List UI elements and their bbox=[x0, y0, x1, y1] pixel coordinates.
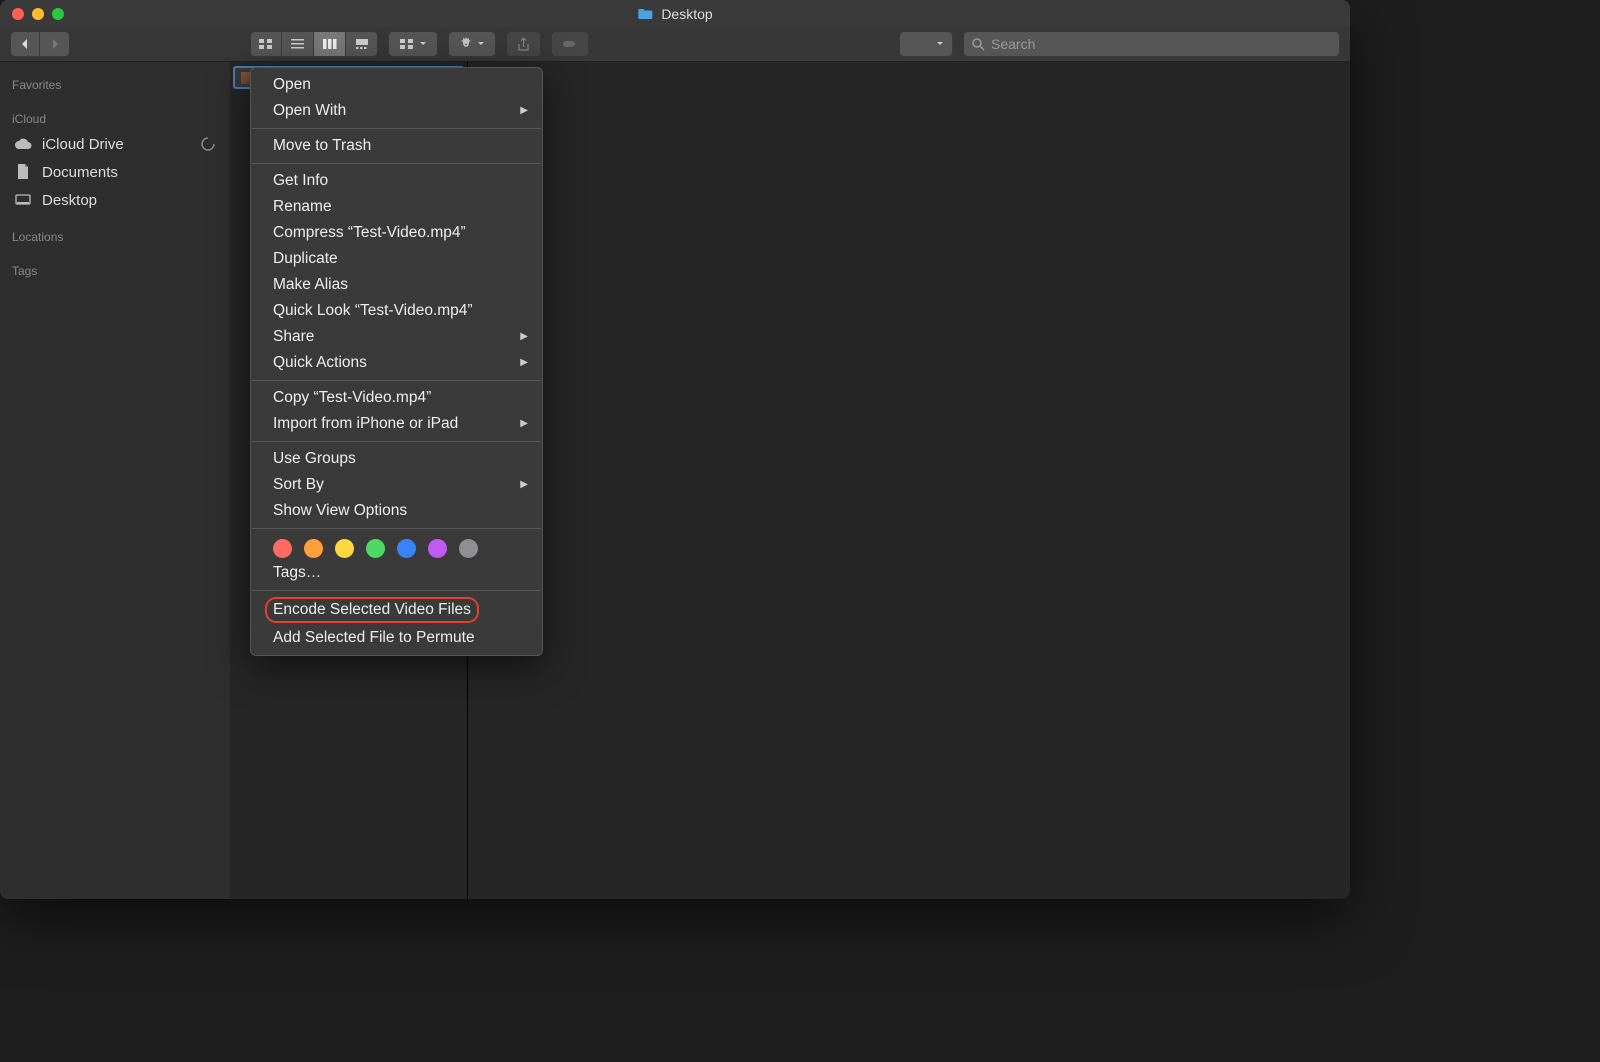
submenu-arrow-icon: ▶ bbox=[520, 413, 528, 435]
detail-column bbox=[468, 62, 1350, 899]
sidebar-item-label: Desktop bbox=[42, 192, 97, 209]
traffic-lights bbox=[0, 8, 64, 20]
tag-yellow[interactable] bbox=[335, 539, 354, 558]
tag-orange[interactable] bbox=[304, 539, 323, 558]
menu-make-alias[interactable]: Make Alias bbox=[251, 272, 542, 298]
submenu-arrow-icon: ▶ bbox=[520, 474, 528, 496]
menu-share[interactable]: Share▶ bbox=[251, 324, 542, 350]
sidebar-item-label: Documents bbox=[42, 164, 118, 181]
menu-quick-actions[interactable]: Quick Actions▶ bbox=[251, 350, 542, 376]
close-button[interactable] bbox=[12, 8, 24, 20]
menu-separator bbox=[252, 590, 541, 591]
window-title: Desktop bbox=[661, 6, 712, 22]
icon-view-button[interactable] bbox=[250, 31, 282, 57]
sidebar-item-icloud-drive[interactable]: iCloud Drive bbox=[0, 130, 230, 158]
search-icon bbox=[972, 38, 985, 51]
menu-rename[interactable]: Rename bbox=[251, 194, 542, 220]
list-view-button[interactable] bbox=[282, 31, 314, 57]
sidebar-item-documents[interactable]: Documents bbox=[0, 158, 230, 186]
sidebar-heading-locations: Locations bbox=[0, 224, 230, 248]
share-icon bbox=[517, 37, 530, 52]
menu-show-view-options[interactable]: Show View Options bbox=[251, 498, 542, 524]
minimize-button[interactable] bbox=[32, 8, 44, 20]
back-button[interactable] bbox=[10, 31, 40, 57]
titlebar: Desktop bbox=[0, 0, 1350, 27]
menu-import-ios[interactable]: Import from iPhone or iPad▶ bbox=[251, 411, 542, 437]
menu-copy[interactable]: Copy “Test-Video.mp4” bbox=[251, 385, 542, 411]
menu-separator bbox=[252, 163, 541, 164]
context-menu: Open Open With▶ Move to Trash Get Info R… bbox=[250, 67, 543, 656]
sync-icon bbox=[200, 136, 216, 152]
menu-add-permute[interactable]: Add Selected File to Permute bbox=[251, 625, 542, 651]
menu-duplicate[interactable]: Duplicate bbox=[251, 246, 542, 272]
dropdown-button[interactable] bbox=[899, 31, 953, 57]
menu-separator bbox=[252, 441, 541, 442]
submenu-arrow-icon: ▶ bbox=[520, 100, 528, 122]
menu-use-groups[interactable]: Use Groups bbox=[251, 446, 542, 472]
search-field[interactable] bbox=[963, 31, 1340, 57]
view-mode-segment bbox=[250, 31, 378, 57]
tags-button[interactable] bbox=[551, 31, 589, 57]
tag-gray[interactable] bbox=[459, 539, 478, 558]
menu-separator bbox=[252, 380, 541, 381]
menu-move-to-trash[interactable]: Move to Trash bbox=[251, 133, 542, 159]
menu-quick-look[interactable]: Quick Look “Test-Video.mp4” bbox=[251, 298, 542, 324]
cloud-icon bbox=[14, 138, 32, 150]
menu-tag-colors bbox=[251, 533, 542, 560]
maximize-button[interactable] bbox=[52, 8, 64, 20]
menu-separator bbox=[252, 128, 541, 129]
menu-open[interactable]: Open bbox=[251, 72, 542, 98]
sidebar-heading-icloud: iCloud bbox=[0, 106, 230, 130]
folder-icon bbox=[637, 8, 653, 20]
menu-tags[interactable]: Tags… bbox=[251, 560, 542, 586]
window-title-area: Desktop bbox=[637, 6, 712, 22]
sidebar-item-label: iCloud Drive bbox=[42, 136, 124, 153]
submenu-arrow-icon: ▶ bbox=[520, 326, 528, 348]
forward-button[interactable] bbox=[40, 31, 70, 57]
desktop-icon bbox=[14, 194, 32, 207]
tag-red[interactable] bbox=[273, 539, 292, 558]
group-button[interactable] bbox=[388, 31, 438, 57]
finder-window: Desktop bbox=[0, 0, 1350, 899]
sidebar-heading-favorites: Favorites bbox=[0, 72, 230, 96]
nav-buttons bbox=[10, 31, 70, 57]
menu-sort-by[interactable]: Sort By▶ bbox=[251, 472, 542, 498]
tag-purple[interactable] bbox=[428, 539, 447, 558]
menu-encode-video[interactable]: Encode Selected Video Files bbox=[251, 595, 542, 625]
tag-icon bbox=[562, 38, 578, 50]
sidebar-item-desktop[interactable]: Desktop bbox=[0, 186, 230, 214]
sidebar-heading-tags: Tags bbox=[0, 258, 230, 282]
documents-icon bbox=[14, 164, 32, 180]
action-button[interactable] bbox=[448, 31, 496, 57]
menu-open-with[interactable]: Open With▶ bbox=[251, 98, 542, 124]
submenu-arrow-icon: ▶ bbox=[520, 352, 528, 374]
toolbar bbox=[0, 27, 1350, 62]
tag-green[interactable] bbox=[366, 539, 385, 558]
menu-separator bbox=[252, 528, 541, 529]
menu-compress[interactable]: Compress “Test-Video.mp4” bbox=[251, 220, 542, 246]
menu-get-info[interactable]: Get Info bbox=[251, 168, 542, 194]
gallery-view-button[interactable] bbox=[346, 31, 378, 57]
sidebar: Favorites iCloud iCloud Drive Documents bbox=[0, 62, 230, 899]
column-view-button[interactable] bbox=[314, 31, 346, 57]
gear-icon bbox=[459, 37, 473, 51]
share-button[interactable] bbox=[506, 31, 541, 57]
body: Favorites iCloud iCloud Drive Documents bbox=[0, 62, 1350, 899]
tag-blue[interactable] bbox=[397, 539, 416, 558]
highlight-annotation: Encode Selected Video Files bbox=[265, 597, 479, 623]
search-input[interactable] bbox=[991, 36, 1331, 52]
